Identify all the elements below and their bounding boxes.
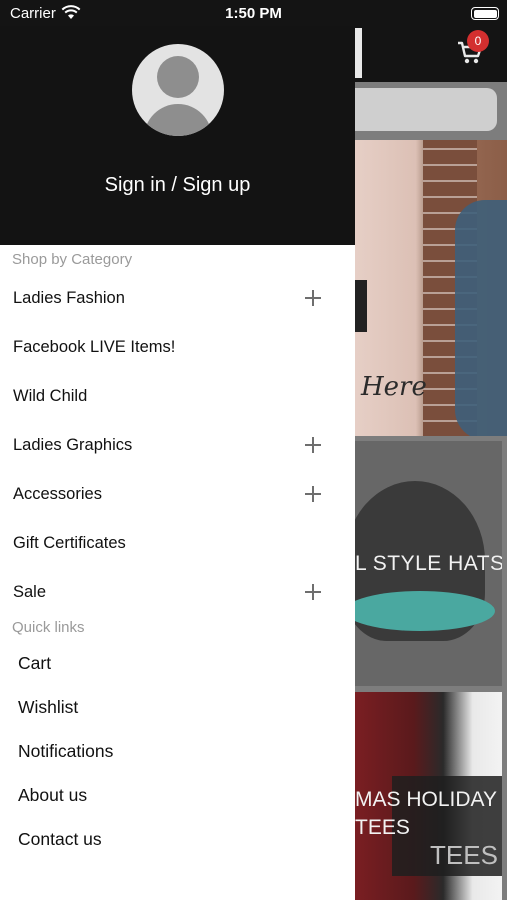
quick-link-cart[interactable]: Cart: [0, 641, 355, 685]
category-item-wild-child[interactable]: Wild Child: [0, 372, 355, 420]
category-label: Ladies Graphics: [13, 436, 133, 454]
quick-link-label: Contact us: [18, 829, 102, 849]
app-logo: [355, 28, 362, 78]
category-label: Facebook LIVE Items!: [13, 338, 176, 356]
side-drawer: Sign in / Sign up Shop by Category Ladie…: [0, 0, 355, 900]
category-label: Ladies Fashion: [13, 289, 125, 307]
expand-plus-icon[interactable]: [305, 486, 321, 502]
category-label: Sale: [13, 583, 47, 601]
category-label: Wild Child: [13, 387, 88, 405]
banner-hats-text: L STYLE HATS: [355, 552, 502, 575]
category-item-ladies-graphics[interactable]: Ladies Graphics: [0, 421, 355, 469]
banner-here-text: Here: [361, 372, 427, 402]
quick-link-label: Cart: [18, 653, 52, 673]
expand-plus-icon[interactable]: [305, 290, 321, 306]
category-item-facebook-live[interactable]: Facebook LIVE Items!: [0, 323, 355, 371]
banner-promo[interactable]: Here: [355, 140, 507, 436]
cart-badge: 0: [467, 30, 489, 52]
category-item-gift-certificates[interactable]: Gift Certificates: [0, 519, 355, 567]
quick-link-contact-us[interactable]: Contact us: [0, 817, 355, 861]
drawer-header: Sign in / Sign up: [0, 26, 355, 245]
expand-plus-icon[interactable]: [305, 437, 321, 453]
quick-link-label: Notifications: [18, 741, 114, 761]
banner-holiday-tees[interactable]: MAS HOLIDAY TEES TEES: [355, 692, 502, 900]
banner-holiday-text: MAS HOLIDAY: [355, 788, 497, 811]
banner-tees-logo-text: TEES: [430, 840, 498, 870]
category-item-accessories[interactable]: Accessories: [0, 470, 355, 518]
quick-links-heading: Quick links: [12, 619, 85, 636]
quick-link-label: About us: [18, 785, 88, 805]
status-bar: Carrier 1:50 PM: [0, 0, 507, 26]
sign-in-button[interactable]: Sign in / Sign up: [0, 174, 355, 197]
battery-icon: [471, 7, 499, 20]
banner-tees-text: TEES: [355, 816, 410, 839]
banner-hats[interactable]: L STYLE HATS: [355, 441, 502, 686]
category-item-ladies-fashion[interactable]: Ladies Fashion: [0, 274, 355, 322]
category-label: Gift Certificates: [13, 534, 126, 552]
quick-link-label: Wishlist: [18, 697, 79, 717]
category-label: Accessories: [13, 485, 102, 503]
clock: 1:50 PM: [225, 5, 282, 22]
expand-plus-icon[interactable]: [305, 584, 321, 600]
category-item-sale[interactable]: Sale: [0, 568, 355, 616]
shop-by-category-heading: Shop by Category: [12, 251, 133, 268]
quick-link-wishlist[interactable]: Wishlist: [0, 685, 355, 729]
user-avatar-icon[interactable]: [132, 44, 224, 136]
quick-link-about-us[interactable]: About us: [0, 773, 355, 817]
quick-link-notifications[interactable]: Notifications: [0, 729, 355, 773]
search-bar[interactable]: [330, 88, 497, 131]
